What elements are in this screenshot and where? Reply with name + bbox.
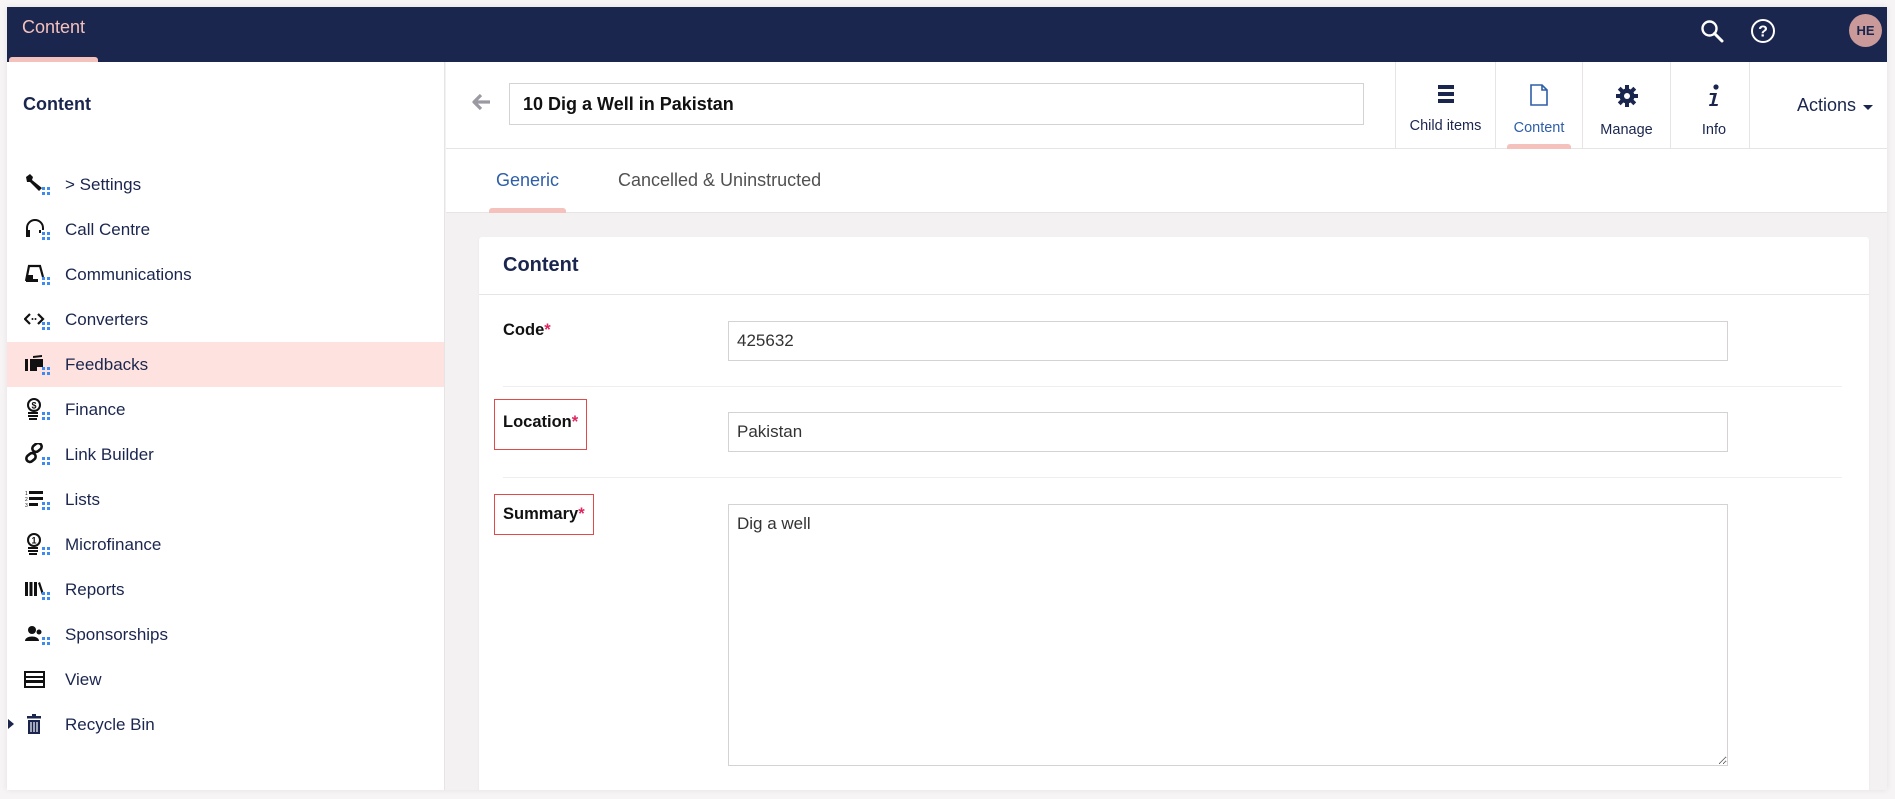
search-icon[interactable] <box>1696 15 1728 47</box>
tree-item-lists[interactable]: 123 Lists <box>7 477 444 522</box>
top-bar: Content ? HE <box>7 7 1887 62</box>
svg-text:$: $ <box>31 400 36 410</box>
wrench-icon <box>24 173 56 197</box>
list-icon <box>1437 84 1454 109</box>
tree-item-label: Feedbacks <box>65 354 149 374</box>
required-asterisk: * <box>544 321 551 339</box>
app-frame: Content ? HE Content > Settings Call Cen… <box>7 7 1887 790</box>
back-arrow-icon[interactable] <box>472 92 494 114</box>
tree-item-label: Lists <box>65 489 100 509</box>
actions-label: Actions <box>1796 95 1856 115</box>
tree-item-label: Microfinance <box>65 534 162 554</box>
tree-item-call-centre[interactable]: Call Centre <box>7 207 444 252</box>
card-title: Content <box>479 237 1869 295</box>
tab-label: Cancelled & Uninstructed <box>618 170 822 190</box>
tab-generic[interactable]: Generic <box>489 149 567 213</box>
sidebar-title: Content <box>23 94 91 114</box>
tree-item-label: Sponsorships <box>65 624 169 644</box>
summary-textarea[interactable]: Dig a well <box>728 504 1728 766</box>
app-content[interactable]: Content <box>1495 62 1582 149</box>
headset-icon <box>24 218 56 242</box>
tree-item-label: Finance <box>65 399 126 419</box>
link-icon <box>24 442 56 467</box>
tree-item-link-builder[interactable]: Link Builder <box>7 432 444 477</box>
tree-item-view[interactable]: View <box>7 657 444 702</box>
tab-cancelled-uninstructed[interactable]: Cancelled & Uninstructed <box>618 149 821 213</box>
tree-item-settings[interactable]: > Settings <box>7 162 444 207</box>
active-tab-indicator <box>489 208 567 213</box>
tree-item-label: Call Centre <box>65 219 151 239</box>
tree-item-label: Recycle Bin <box>65 714 155 734</box>
sidebar: Content > Settings Call Centre Communica… <box>7 62 445 790</box>
property-code: Code* <box>503 295 1842 387</box>
code-arrows-icon <box>24 308 56 332</box>
tree-item-microfinance[interactable]: 1 Microfinance <box>7 522 444 567</box>
property-summary: Summary* Dig a well <box>494 478 1842 778</box>
tree-item-reports[interactable]: Reports <box>7 567 444 612</box>
users-icon <box>24 623 56 647</box>
trash-icon <box>24 713 56 737</box>
tab-label: Generic <box>496 170 560 190</box>
app-label: Content <box>1513 120 1565 136</box>
tree-item-label: Link Builder <box>65 444 154 464</box>
tree-item-finance[interactable]: $ Finance <box>7 387 444 432</box>
help-icon[interactable]: ? <box>1747 15 1779 47</box>
app-label: Child items <box>1409 118 1482 134</box>
editor-header: Child items Content Manage <box>446 62 1887 149</box>
tree-item-label: > Settings <box>65 174 142 194</box>
content-tabs: Generic Cancelled & Uninstructed <box>446 149 1887 213</box>
svg-text:3: 3 <box>25 503 28 509</box>
document-icon <box>1530 84 1548 111</box>
section-content-tab[interactable]: Content <box>22 7 85 62</box>
tree-item-label: Converters <box>65 309 149 329</box>
required-asterisk: * <box>571 413 579 431</box>
user-avatar[interactable]: HE <box>1849 14 1882 47</box>
app-label: Manage <box>1600 122 1653 138</box>
inbox-icon <box>24 263 56 287</box>
editor-apps: Child items Content Manage Info <box>1395 62 1757 149</box>
svg-text:1: 1 <box>31 535 36 545</box>
tree-item-feedbacks[interactable]: Feedbacks <box>7 342 444 387</box>
app-manage[interactable]: Manage <box>1582 62 1670 149</box>
property-location: Location* <box>494 387 1842 478</box>
content-name-input[interactable] <box>509 83 1364 125</box>
caret-down-icon <box>1863 104 1873 110</box>
tree-item-sponsorships[interactable]: Sponsorships <box>7 612 444 657</box>
coin-stack-icon: 1 <box>24 532 56 557</box>
main-panel: Child items Content Manage <box>446 62 1887 790</box>
location-input[interactable] <box>728 412 1728 452</box>
info-icon <box>1707 84 1721 113</box>
app-label: Info <box>1701 122 1727 138</box>
tree-item-recycle-bin[interactable]: Recycle Bin <box>7 702 444 747</box>
svg-text:?: ? <box>1758 24 1768 41</box>
tree-item-label: View <box>65 669 102 689</box>
tree-item-label: Communications <box>65 264 192 284</box>
app-child-items[interactable]: Child items <box>1395 62 1495 149</box>
summary-label: Summary* <box>494 494 594 535</box>
app-info[interactable]: Info <box>1670 62 1757 149</box>
tree-item-label: Reports <box>65 579 125 599</box>
numbered-list-icon: 123 <box>24 488 56 512</box>
window-icon <box>24 668 56 692</box>
content-card: Content Code* Location* Summary* Dig a w… <box>479 237 1869 790</box>
required-asterisk: * <box>578 505 585 523</box>
location-label: Location* <box>494 399 588 450</box>
expand-caret-icon[interactable] <box>8 719 14 729</box>
content-tree: > Settings Call Centre Communications Co… <box>7 162 444 747</box>
code-label: Code* <box>503 321 551 339</box>
actions-dropdown[interactable]: Actions <box>1749 62 1887 149</box>
gear-icon <box>1615 84 1639 113</box>
books-icon <box>24 578 56 602</box>
code-input[interactable] <box>728 321 1728 361</box>
tree-item-converters[interactable]: Converters <box>7 297 444 342</box>
feedback-icon <box>24 353 56 377</box>
coins-icon: $ <box>24 397 56 422</box>
tree-item-communications[interactable]: Communications <box>7 252 444 297</box>
